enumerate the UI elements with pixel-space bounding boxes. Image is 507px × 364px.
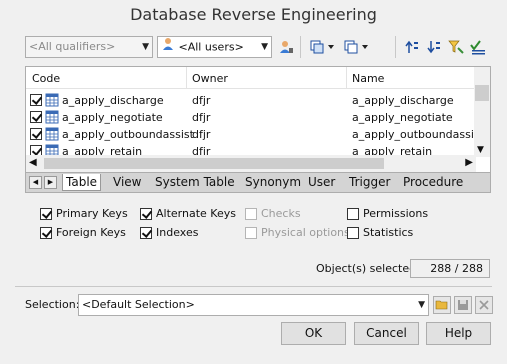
- owner-dropdown[interactable]: <All users> ▼: [157, 36, 272, 58]
- objects-selected-label: Object(s) selected:: [316, 262, 420, 275]
- tab-table[interactable]: Table: [62, 174, 102, 191]
- alternate-keys-checkbox[interactable]: [140, 208, 152, 220]
- row-owner: dfjr: [192, 128, 211, 141]
- checks-label: Checks: [261, 207, 301, 220]
- tab-system-table[interactable]: System Table: [152, 174, 238, 191]
- table-icon: [45, 110, 59, 127]
- column-header-name[interactable]: Name: [352, 72, 384, 85]
- delete-icon[interactable]: [475, 296, 493, 314]
- select-all-icon[interactable]: [310, 38, 336, 56]
- scrollbar-thumb[interactable]: [475, 85, 489, 101]
- cancel-button[interactable]: Cancel: [354, 322, 419, 345]
- row-owner: dfjr: [192, 111, 211, 124]
- save-icon[interactable]: [454, 296, 472, 314]
- toolbar-separator: [395, 36, 396, 58]
- tab-procedure[interactable]: Procedure: [400, 174, 466, 191]
- chevron-right-icon[interactable]: ▶: [465, 157, 473, 168]
- ok-button[interactable]: OK: [281, 322, 346, 345]
- move-up-icon[interactable]: [403, 38, 421, 56]
- options-panel: Primary Keys Foreign Keys Alternate Keys…: [25, 196, 491, 248]
- user-icon: [161, 37, 175, 58]
- primary-keys-checkbox[interactable]: [40, 208, 52, 220]
- selection-label: Selection:: [25, 298, 80, 311]
- row-code: a_apply_discharge: [62, 94, 164, 107]
- table-icon: [45, 93, 59, 110]
- chevron-down-icon: ▼: [142, 42, 149, 52]
- filter-icon[interactable]: [447, 38, 465, 56]
- tab-trigger[interactable]: Trigger: [346, 174, 393, 191]
- tab-scroll-right-icon[interactable]: ▶: [44, 176, 57, 189]
- objects-selected-value: 288 / 288: [410, 259, 490, 278]
- indexes-checkbox[interactable]: [140, 227, 152, 239]
- move-down-icon[interactable]: [425, 38, 443, 56]
- tab-scroll-left-icon[interactable]: ◀: [29, 176, 42, 189]
- statistics-label: Statistics: [363, 226, 414, 239]
- deselect-all-icon[interactable]: [344, 38, 370, 56]
- scrollbar-thumb[interactable]: [44, 158, 384, 169]
- tab-synonym[interactable]: Synonym: [242, 174, 304, 191]
- foreign-keys-checkbox[interactable]: [40, 227, 52, 239]
- help-button[interactable]: Help: [426, 322, 491, 345]
- vertical-scrollbar[interactable]: ▼: [474, 67, 490, 157]
- selection-dropdown[interactable]: <Default Selection> ▼: [78, 294, 429, 316]
- object-list[interactable]: Code Owner Name a_apply_discharge dfjr a…: [25, 66, 491, 173]
- row-code: a_apply_negotiate: [62, 111, 163, 124]
- chevron-down-icon: ▼: [261, 42, 268, 52]
- list-header: Code Owner Name: [26, 67, 490, 89]
- statistics-checkbox[interactable]: [347, 227, 359, 239]
- toolbar-separator: [300, 36, 301, 58]
- row-checkbox[interactable]: [30, 111, 42, 123]
- table-row[interactable]: a_apply_negotiate dfjr a_apply_negotiate: [26, 109, 476, 126]
- owner-value: <All users>: [178, 40, 244, 54]
- chevron-down-icon[interactable]: ▼: [477, 145, 484, 155]
- table-row[interactable]: a_apply_discharge dfjr a_apply_discharge: [26, 92, 476, 109]
- physical-options-checkbox: [245, 227, 257, 239]
- table-row[interactable]: a_apply_outboundassist dfjr a_apply_outb…: [26, 126, 484, 144]
- alternate-keys-label: Alternate Keys: [156, 207, 236, 220]
- tab-view[interactable]: View: [110, 174, 144, 191]
- column-header-code[interactable]: Code: [32, 72, 60, 85]
- column-header-owner[interactable]: Owner: [192, 72, 228, 85]
- foreign-keys-label: Foreign Keys: [56, 226, 126, 239]
- column-divider: [346, 67, 347, 89]
- row-checkbox[interactable]: [30, 128, 42, 140]
- primary-keys-label: Primary Keys: [56, 207, 128, 220]
- permissions-checkbox[interactable]: [347, 208, 359, 220]
- column-divider: [186, 67, 187, 89]
- permissions-label: Permissions: [363, 207, 429, 220]
- tab-bar: ◀ ▶ Table View System Table Synonym User…: [25, 173, 491, 193]
- qualifier-value: <All qualifiers>: [29, 40, 116, 53]
- chevron-down-icon: ▼: [418, 300, 425, 310]
- row-name: a_apply_discharge: [352, 94, 454, 107]
- open-folder-icon[interactable]: [433, 296, 451, 314]
- chevron-left-icon[interactable]: ◀: [29, 157, 37, 168]
- row-name: a_apply_outboundassist: [352, 128, 484, 141]
- horizontal-scrollbar[interactable]: ◀ ▶: [26, 155, 476, 172]
- owner-icon[interactable]: [277, 38, 295, 56]
- row-checkbox[interactable]: [30, 94, 42, 106]
- divider: [15, 286, 492, 287]
- table-icon: [45, 127, 59, 144]
- window-title: Database Reverse Engineering: [130, 5, 377, 24]
- physical-options-label: Physical options: [261, 226, 350, 239]
- qualifier-dropdown[interactable]: <All qualifiers> ▼: [25, 36, 153, 58]
- row-owner: dfjr: [192, 94, 211, 107]
- checks-checkbox: [245, 208, 257, 220]
- row-name: a_apply_negotiate: [352, 111, 453, 124]
- check-filter-icon[interactable]: [469, 38, 487, 56]
- indexes-label: Indexes: [156, 226, 199, 239]
- selection-value: <Default Selection>: [82, 298, 195, 311]
- tab-user[interactable]: User: [305, 174, 338, 191]
- row-code: a_apply_outboundassist: [62, 128, 194, 141]
